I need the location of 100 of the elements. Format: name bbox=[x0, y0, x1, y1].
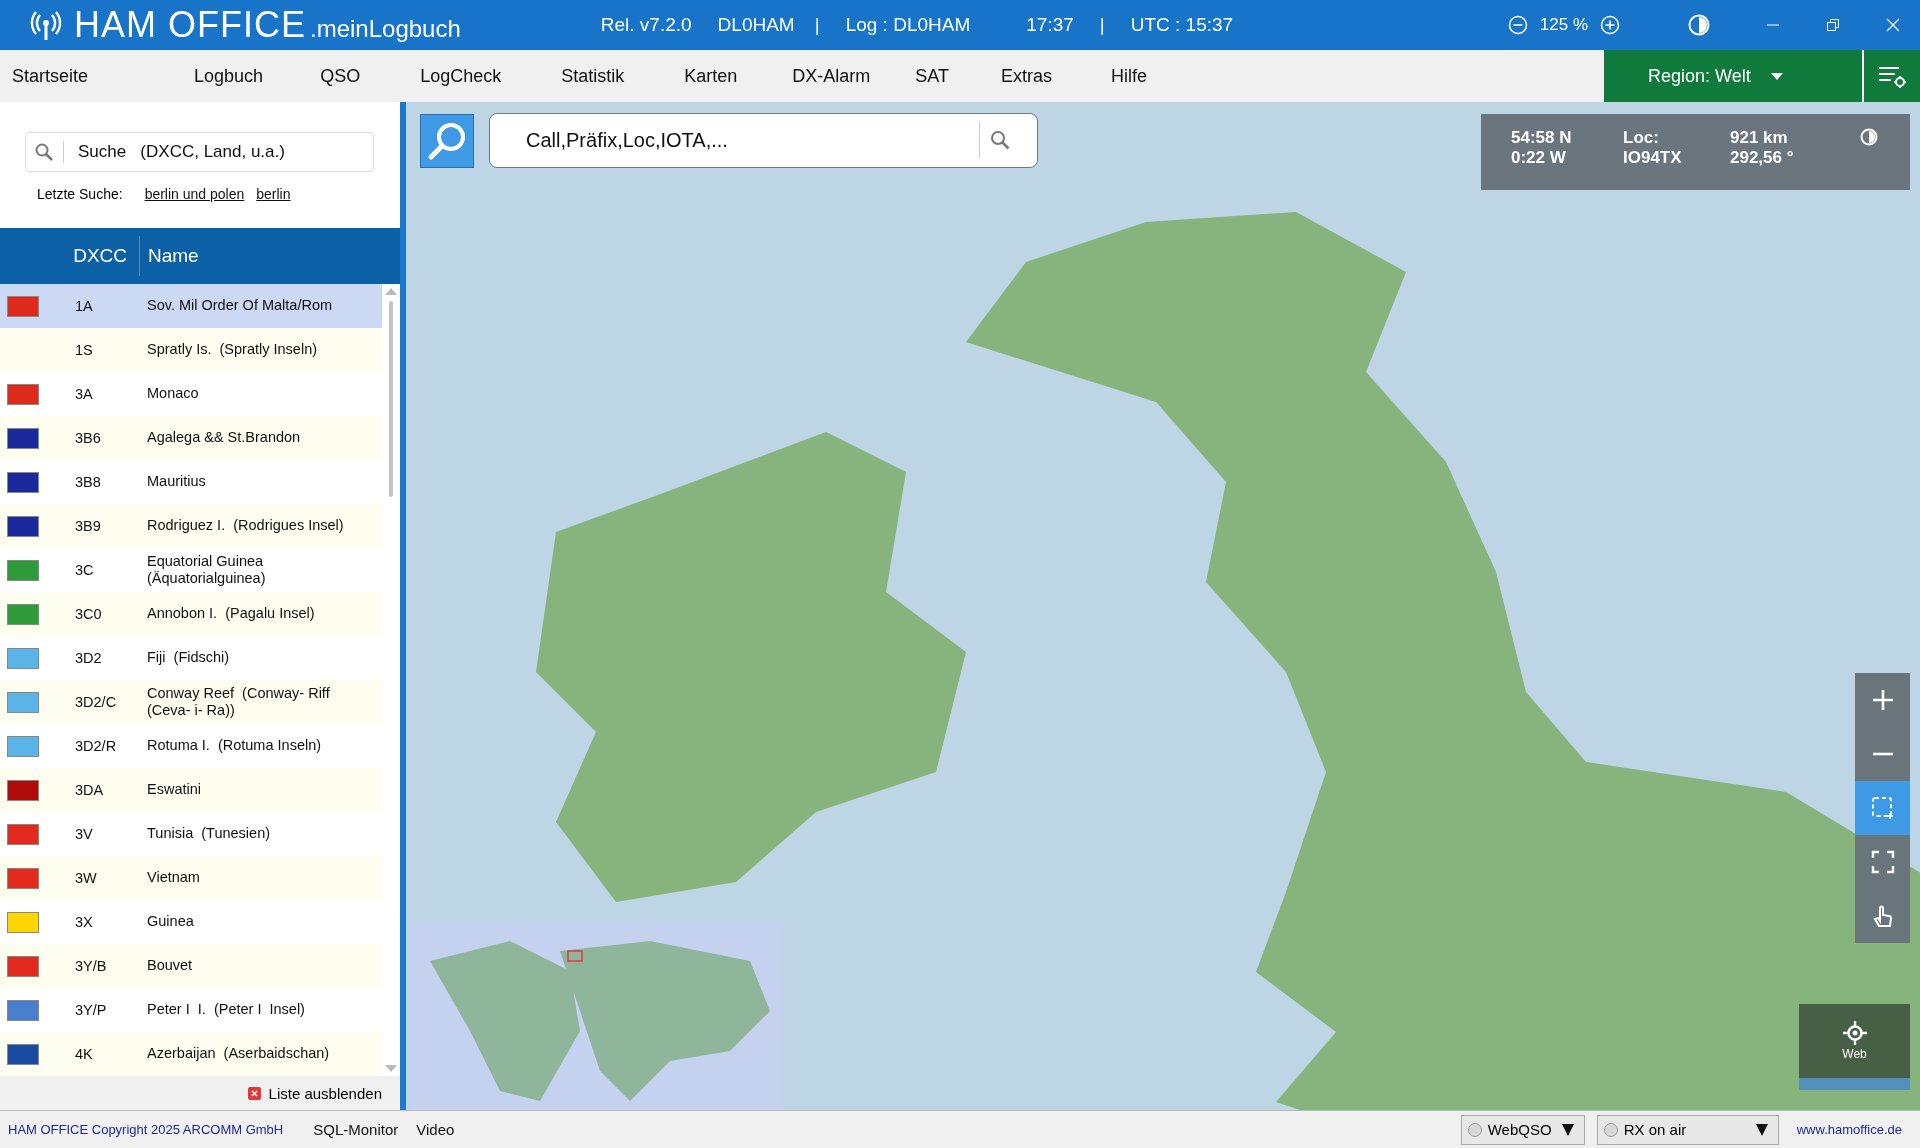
table-row[interactable]: 3Y/B Bouvet bbox=[0, 944, 382, 988]
search-icon[interactable] bbox=[990, 130, 1010, 150]
table-row[interactable]: 3C0 Annobon I. (Pagalu Insel) bbox=[0, 592, 382, 636]
name-cell-text: Rotuma I. (Rotuma Inseln) bbox=[147, 737, 323, 755]
name-cell-text: Peter I I. (Peter I Insel) bbox=[147, 1001, 306, 1019]
column-header[interactable]: DXCC bbox=[0, 236, 140, 276]
caret-icon bbox=[1755, 1123, 1768, 1136]
menu-item[interactable]: Statistik bbox=[549, 65, 637, 87]
table-row[interactable]: 3W Vietnam bbox=[0, 856, 382, 900]
dxcc-cell-text: 3B9 bbox=[75, 518, 102, 534]
search-field[interactable]: Suche (DXCC, Land, u.a.) bbox=[25, 132, 374, 172]
contrast-icon[interactable] bbox=[1688, 14, 1710, 36]
release-version: Rel. v7.2.0 bbox=[600, 14, 692, 36]
menu-item[interactable]: Hilfe bbox=[1099, 65, 1159, 87]
name-cell-text: Rodriguez I. (Rodrigues Insel) bbox=[147, 517, 345, 535]
menu-item[interactable]: SAT bbox=[903, 65, 961, 87]
dxcc-cell-text: 3Y/B bbox=[75, 958, 108, 974]
menu-item[interactable]: Extras bbox=[988, 65, 1064, 87]
scrollbar-thumb[interactable] bbox=[389, 301, 393, 497]
separator: | bbox=[814, 14, 820, 36]
menu-item[interactable]: QSO bbox=[308, 65, 373, 87]
table-row[interactable]: 3D2/C Conway Reef (Conway- Riff (Ceva- i- Ra)) bbox=[0, 680, 382, 724]
fullscreen-icon bbox=[1870, 850, 1895, 874]
status-link[interactable]: Video bbox=[416, 1121, 455, 1138]
search-icon bbox=[35, 143, 53, 161]
separator: | bbox=[1099, 14, 1105, 36]
selection-icon bbox=[1870, 796, 1895, 820]
dxcc-cell-text: 3C bbox=[75, 562, 95, 578]
dxcc-cell-text: 3D2 bbox=[75, 650, 103, 666]
restore-icon[interactable] bbox=[1826, 18, 1840, 32]
name-cell-text: Conway Reef (Conway- Riff (Ceva- i- Ra)) bbox=[147, 684, 331, 720]
locate-button[interactable]: Web bbox=[1799, 1004, 1910, 1090]
status-link[interactable]: SQL-Monitor bbox=[313, 1121, 399, 1138]
name-cell-text: Mauritius bbox=[147, 473, 207, 491]
menu-item[interactable]: DX-Alarm bbox=[780, 65, 883, 87]
menu-item[interactable]: Logbuch bbox=[182, 65, 276, 87]
menu-item[interactable]: Karten bbox=[672, 65, 750, 87]
dxcc-cell-text: 3V bbox=[75, 826, 94, 842]
latitude: 54:58 N bbox=[1511, 128, 1573, 149]
dxcc-cell-text: 1A bbox=[75, 298, 94, 314]
dxcc-cell-text: 3D2/R bbox=[75, 738, 118, 754]
contrast-icon[interactable] bbox=[1860, 128, 1878, 146]
table-row[interactable]: 1S Spratly Is. (Spratly Inseln) bbox=[0, 328, 382, 372]
app-subtitle: .meinLogbuch bbox=[310, 15, 461, 43]
antenna-icon bbox=[30, 10, 62, 40]
search-icon bbox=[427, 121, 467, 161]
name-cell-text: Guinea bbox=[147, 913, 195, 931]
recent-search-label: Letzte Suche: bbox=[37, 186, 123, 202]
region-dropdown[interactable]: Region: Welt bbox=[1604, 50, 1864, 102]
recent-search-link[interactable]: berlin und polen bbox=[144, 186, 245, 202]
close-icon[interactable] bbox=[247, 1086, 261, 1100]
name-cell-text: Eswatini bbox=[147, 781, 202, 799]
name-cell-text: Monaco bbox=[147, 385, 200, 403]
dxcc-cell-text: 3X bbox=[75, 914, 94, 930]
dxcc-cell-text: 3B6 bbox=[75, 430, 102, 446]
status-dropdown[interactable]: RX on air bbox=[1596, 1114, 1779, 1145]
zoom-in-icon bbox=[1870, 688, 1895, 712]
name-cell-text: Fiji (Fidschi) bbox=[147, 649, 231, 667]
copyright-text: HAM OFFICE Copyright 2025 ARCOMM GmbH bbox=[8, 1122, 284, 1137]
name-cell-text: Annobon I. (Pagalu Insel) bbox=[147, 605, 316, 623]
column-header[interactable]: Name bbox=[140, 236, 400, 276]
dxcc-cell-text: 3A bbox=[75, 386, 94, 402]
log-name: Log : DL0HAM bbox=[845, 14, 971, 36]
search-button[interactable] bbox=[420, 114, 474, 168]
table-row[interactable]: 3B9 Rodriguez I. (Rodrigues Insel) bbox=[0, 504, 382, 548]
status-dropdown[interactable]: WebQSO bbox=[1460, 1114, 1585, 1145]
table-row[interactable]: 3B6 Agalega && St.Brandon bbox=[0, 416, 382, 460]
zoom-out-icon bbox=[1870, 752, 1895, 756]
map-tool-button[interactable] bbox=[1855, 781, 1910, 835]
name-cell-text: Equatorial Guinea (Äquatorialguinea) bbox=[147, 552, 267, 588]
crosshair-icon bbox=[1842, 1021, 1867, 1045]
dxcc-cell-text: 3Y/P bbox=[75, 1002, 108, 1018]
settings-menu-button[interactable] bbox=[1864, 50, 1920, 102]
app-name: HAM OFFICE bbox=[74, 4, 306, 46]
caret-icon bbox=[1561, 1123, 1574, 1136]
bearing: 292,56 ° bbox=[1730, 148, 1795, 169]
menu-item[interactable]: LogCheck bbox=[408, 65, 514, 87]
close-icon[interactable] bbox=[1886, 18, 1900, 32]
zoom-out-icon[interactable] bbox=[1507, 15, 1528, 35]
name-cell-text: Azerbaijan (Aserbaidschan) bbox=[147, 1045, 331, 1063]
hide-list-link[interactable]: Liste ausblenden bbox=[268, 1084, 382, 1102]
menu-item[interactable]: Startseite bbox=[0, 65, 101, 87]
name-cell-text: Vietnam bbox=[147, 869, 201, 887]
name-cell-text: Bouvet bbox=[147, 957, 194, 975]
dxcc-cell-text: 3B8 bbox=[75, 474, 102, 490]
local-time: 17:37 bbox=[1026, 14, 1074, 36]
name-cell-text: Tunisia (Tunesien) bbox=[147, 825, 272, 843]
dxcc-cell-text: 4K bbox=[75, 1046, 94, 1062]
map-search-field[interactable]: Call,Präfix,Loc,IOTA,... bbox=[489, 113, 1038, 168]
table-row[interactable]: 4K Azerbaijan (Aserbaidschan) bbox=[0, 1032, 382, 1076]
table-row[interactable]: 1A Sov. Mil Order Of Malta/Rom bbox=[0, 284, 382, 328]
dxcc-cell-text: 1S bbox=[75, 342, 94, 358]
table-row[interactable]: 3DA Eswatini bbox=[0, 768, 382, 812]
name-cell-text: Sov. Mil Order Of Malta/Rom bbox=[147, 297, 334, 315]
website-link[interactable]: www.hamoffice.de bbox=[1796, 1122, 1902, 1137]
name-cell-text: Agalega && St.Brandon bbox=[147, 429, 302, 447]
callsign: DL0HAM bbox=[717, 14, 795, 36]
distance: 921 km bbox=[1730, 128, 1789, 149]
zoom-in-icon[interactable] bbox=[1600, 15, 1620, 35]
recent-search-link[interactable]: berlin bbox=[256, 186, 291, 202]
